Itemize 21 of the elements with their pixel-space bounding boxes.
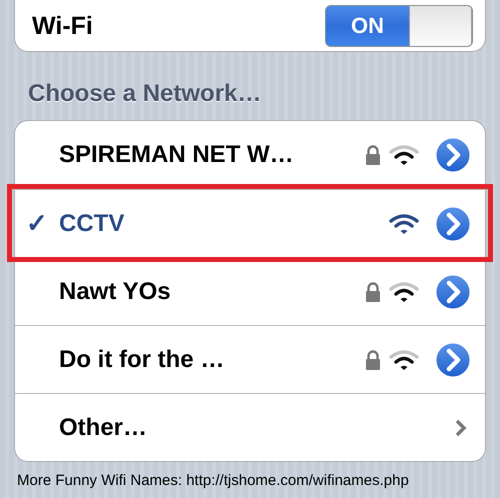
network-row[interactable]: ✓ CCTV — [12, 189, 488, 257]
checkmark: ✓ — [26, 208, 48, 239]
network-name: Do it for the … — [59, 346, 226, 374]
wifi-signal-icon — [389, 280, 419, 302]
wifi-label: Wi-Fi — [32, 12, 93, 40]
wifi-toggle[interactable]: ON — [325, 5, 473, 47]
wifi-signal-icon — [389, 144, 419, 166]
network-name: SPIREMAN NET W… — [59, 141, 295, 169]
wifi-signal-icon — [389, 212, 419, 234]
network-row[interactable]: Nawt YOs — [15, 257, 485, 325]
footer-caption: More Funny Wifi Names: http://tjshome.com/wifinames.php — [17, 472, 410, 489]
toggle-text: ON — [350, 12, 385, 40]
network-row[interactable]: SPIREMAN NET W… — [15, 121, 485, 189]
network-name: Other… — [59, 414, 148, 442]
wifi-signal-icon — [389, 348, 419, 370]
section-title: Choose a Network… — [28, 80, 262, 108]
other-row[interactable]: Other… — [15, 393, 485, 461]
chevron-icon — [455, 418, 467, 438]
network-name: CCTV — [59, 210, 126, 238]
network-row[interactable]: Do it for the … — [15, 325, 485, 393]
network-name: Nawt YOs — [59, 278, 172, 306]
